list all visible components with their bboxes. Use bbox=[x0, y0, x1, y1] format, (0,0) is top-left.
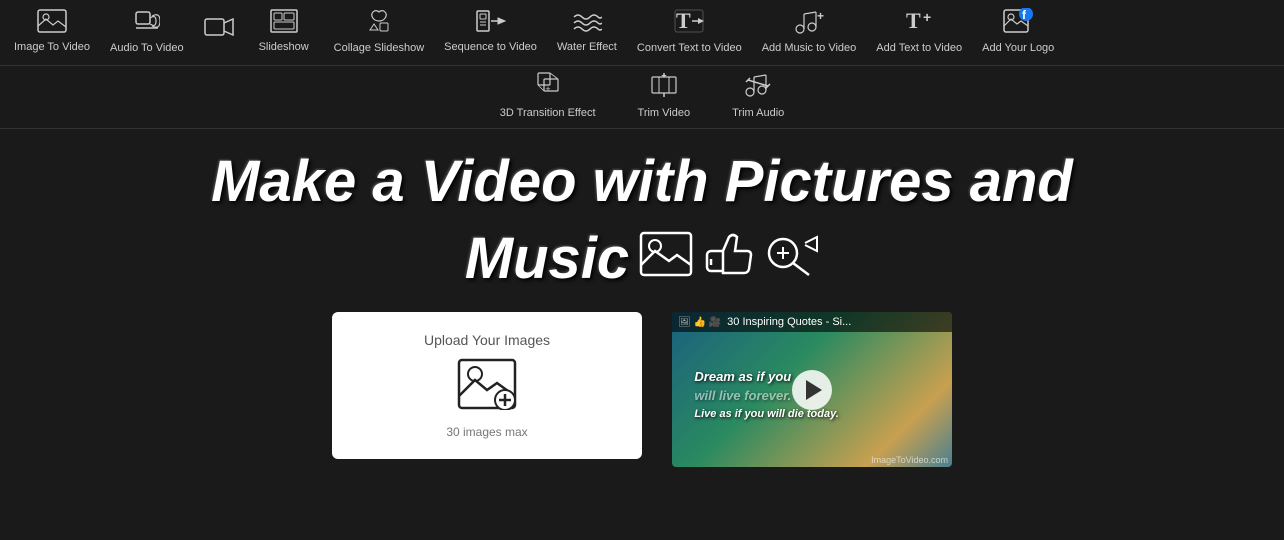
nav-item-add-your-logo[interactable]: f Add Your Logo bbox=[972, 0, 1064, 65]
nav-item-add-music-to-video[interactable]: + Add Music to Video bbox=[752, 0, 867, 65]
video-title-text: 30 Inspiring Quotes - Si... bbox=[727, 316, 851, 328]
hero-thumbs-up-icon bbox=[703, 229, 753, 289]
nav-item-3d-transition[interactable]: + 3D Transition Effect bbox=[484, 66, 612, 128]
hero-title: Make a Video with Pictures and Music bbox=[29, 149, 1255, 292]
nav-item-sequence-to-video[interactable]: Sequence to Video bbox=[434, 0, 547, 65]
nav-item-image-to-video[interactable]: Image To Video bbox=[4, 0, 100, 65]
nav-item-convert-text-to-video[interactable]: T Convert Text to Video bbox=[627, 0, 752, 65]
collage-slideshow-icon bbox=[366, 8, 392, 38]
nav-label-water-effect: Water Effect bbox=[557, 41, 617, 53]
nav-item-trim-video[interactable]: Trim Video bbox=[622, 66, 707, 128]
nav-label-collage-slideshow: Collage Slideshow bbox=[334, 42, 425, 54]
svg-text:+: + bbox=[545, 84, 550, 94]
upload-box[interactable]: Upload Your Images 30 images max bbox=[332, 312, 642, 459]
3d-transition-icon: + bbox=[534, 72, 562, 104]
nav-label-add-music-to-video: Add Music to Video bbox=[762, 42, 857, 54]
video-play-button[interactable] bbox=[792, 370, 832, 410]
add-logo-icon: f bbox=[1003, 8, 1033, 38]
video-footer: ImageToVideo.com bbox=[871, 455, 948, 465]
nav-label-trim-video: Trim Video bbox=[638, 107, 691, 119]
add-text-icon: T + bbox=[905, 8, 933, 38]
convert-text-icon: T bbox=[674, 8, 704, 38]
svg-text:+: + bbox=[817, 9, 824, 23]
nav-label-slideshow: Slideshow bbox=[259, 41, 309, 53]
nav-label-sequence-to-video: Sequence to Video bbox=[444, 41, 537, 53]
nav-label-audio-to-video: Audio To Video bbox=[110, 42, 184, 54]
video-preview[interactable]: 🖼 👍 🎥 30 Inspiring Quotes - Si... Dream … bbox=[672, 312, 952, 467]
trim-audio-icon bbox=[744, 72, 772, 104]
nav-item-audio-to-video[interactable]: Audio To Video bbox=[100, 0, 194, 65]
image-to-video-icon bbox=[37, 9, 67, 37]
slideshow-icon bbox=[270, 9, 298, 37]
sequence-to-video-icon bbox=[476, 9, 506, 37]
upload-image-icon bbox=[457, 358, 517, 410]
nav-label-trim-audio: Trim Audio bbox=[732, 107, 784, 119]
play-arrow bbox=[806, 380, 822, 400]
audio-to-video-icon bbox=[134, 8, 160, 38]
hero-title-line1: Make a Video with Pictures and bbox=[29, 149, 1255, 216]
nav-label-add-text-to-video: Add Text to Video bbox=[876, 42, 962, 54]
water-effect-icon bbox=[572, 9, 602, 37]
hero-image-icon bbox=[639, 231, 693, 287]
video-title-bar: 🖼 👍 🎥 30 Inspiring Quotes - Si... bbox=[672, 312, 952, 332]
top-navigation: Image To Video Audio To Video bbox=[0, 0, 1284, 66]
nav-item-slideshow[interactable]: Slideshow bbox=[244, 0, 324, 65]
upload-max-label: 30 images max bbox=[446, 425, 527, 439]
nav-item-water-effect[interactable]: Water Effect bbox=[547, 0, 627, 65]
svg-text:T: T bbox=[676, 8, 691, 33]
nav-item-video-camera[interactable] bbox=[194, 0, 244, 65]
upload-label: Upload Your Images bbox=[424, 332, 550, 348]
add-music-icon: + bbox=[794, 8, 824, 38]
trim-video-icon bbox=[650, 72, 678, 104]
nav-item-trim-audio[interactable]: Trim Audio bbox=[716, 66, 800, 128]
hero-section: Make a Video with Pictures and Music bbox=[0, 129, 1284, 302]
nav-label-add-your-logo: Add Your Logo bbox=[982, 42, 1054, 54]
svg-text:+: + bbox=[923, 9, 931, 25]
video-bar-icons: 🖼 👍 🎥 bbox=[678, 317, 721, 328]
nav-label-image-to-video: Image To Video bbox=[14, 41, 90, 53]
nav-item-collage-slideshow[interactable]: Collage Slideshow bbox=[324, 0, 435, 65]
video-camera-icon bbox=[204, 16, 234, 42]
upload-icon-wrap bbox=[457, 358, 517, 415]
hero-video-search-icon bbox=[763, 231, 819, 287]
svg-text:T: T bbox=[906, 8, 921, 33]
nav-label-convert-text-to-video: Convert Text to Video bbox=[637, 42, 742, 54]
second-navigation: + 3D Transition Effect Trim Video bbox=[0, 66, 1284, 129]
nav-label-3d-transition: 3D Transition Effect bbox=[500, 107, 596, 119]
content-area: Upload Your Images 30 images max 🖼 👍 🎥 3… bbox=[0, 302, 1284, 487]
hero-title-line2: Music bbox=[465, 226, 629, 293]
nav-item-add-text-to-video[interactable]: T + Add Text to Video bbox=[866, 0, 972, 65]
